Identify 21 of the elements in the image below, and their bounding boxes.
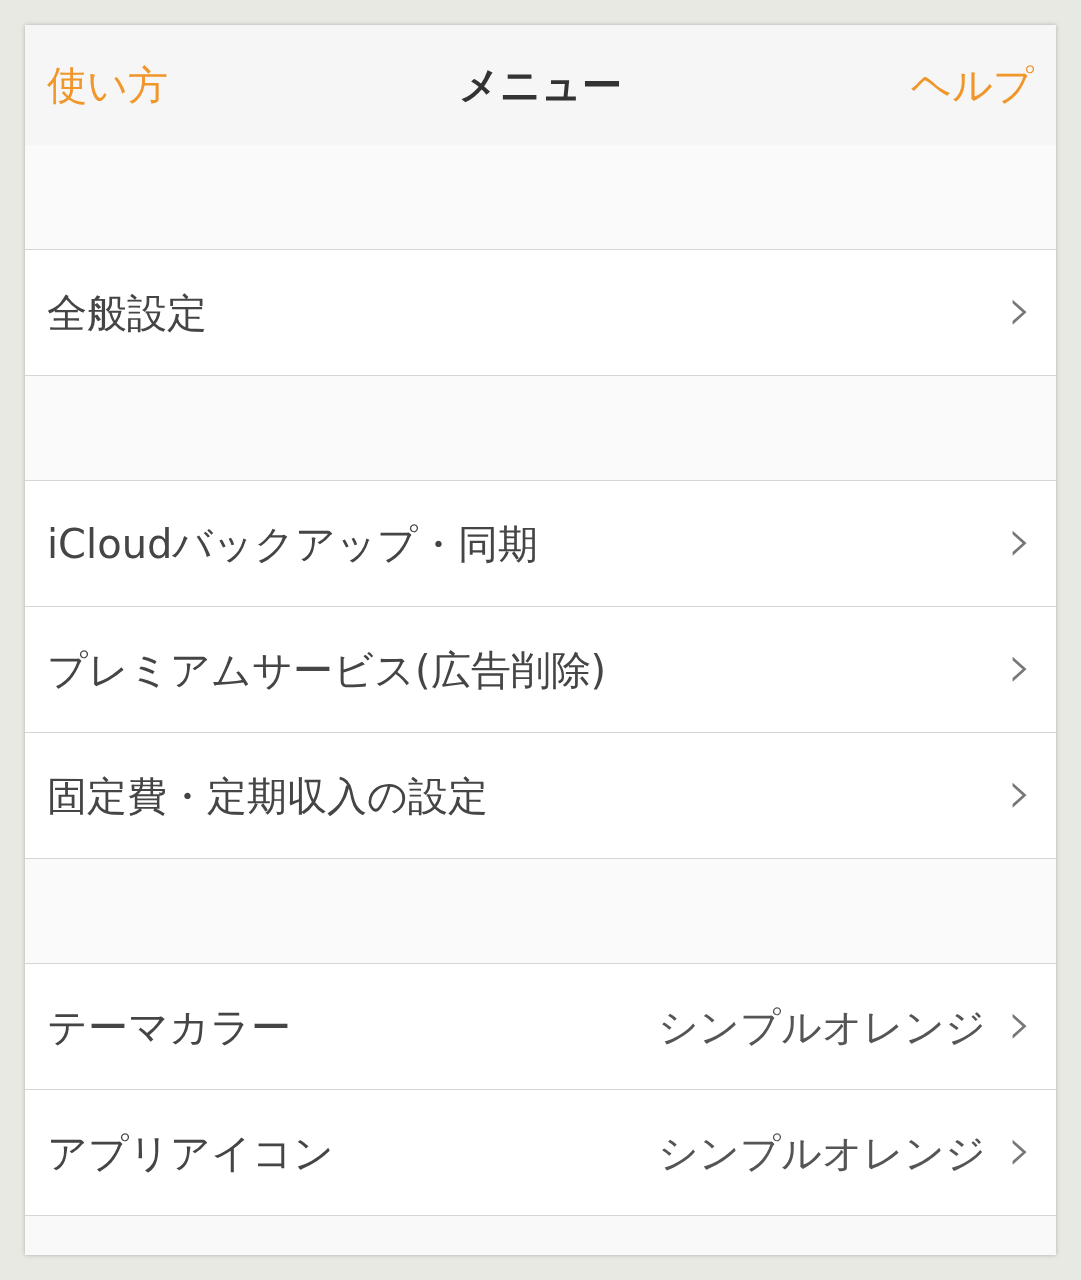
chevron-icon: › [1008, 761, 1032, 822]
menu-row[interactable]: テーマカラー シンプルオレンジ › [25, 964, 1056, 1090]
chevron-icon: › [1008, 278, 1032, 339]
menu-row[interactable]: 全般設定 › [25, 250, 1056, 376]
chevron-icon: › [1008, 992, 1032, 1053]
row-label: iCloudバックアップ・同期 [47, 519, 539, 569]
row-label: 全般設定 [47, 288, 207, 338]
chevron-icon: › [1008, 1118, 1032, 1179]
menu-row[interactable]: プレミアムサービス(広告削除) › [25, 607, 1056, 733]
row-value: シンプルオレンジ [658, 1128, 986, 1178]
menu-row[interactable]: iCloudバックアップ・同期 › [25, 481, 1056, 607]
chevron-icon: › [1008, 509, 1032, 570]
row-label: アプリアイコン [47, 1128, 334, 1178]
chevron-icon: › [1008, 635, 1032, 696]
row-label: テーマカラー [47, 1002, 291, 1052]
nav-title: メニュー [459, 65, 622, 105]
row-label: プレミアムサービス(広告削除) [47, 645, 607, 695]
row-value: シンプルオレンジ [658, 1002, 986, 1052]
row-label: 固定費・定期収入の設定 [47, 771, 488, 821]
menu-row[interactable]: 固定費・定期収入の設定 › [25, 733, 1056, 859]
menu-row[interactable]: アプリアイコン シンプルオレンジ › [25, 1090, 1056, 1216]
